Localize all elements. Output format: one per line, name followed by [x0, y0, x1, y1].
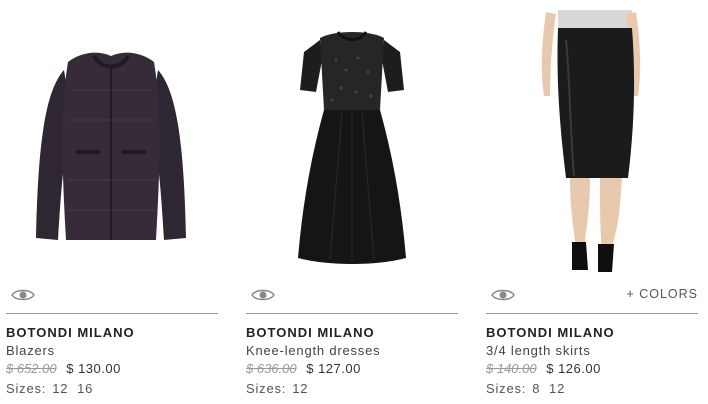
product-category[interactable]: Knee-length dresses	[246, 343, 380, 358]
divider	[246, 313, 458, 314]
quick-view-eye-icon[interactable]	[250, 286, 276, 304]
sizes-info: Sizes: 12	[246, 381, 308, 396]
product-image-skirt[interactable]	[486, 0, 698, 282]
sizes-label: Sizes:	[6, 381, 47, 396]
product-category[interactable]: Blazers	[6, 343, 55, 358]
sizes-info: Sizes: 12 16	[6, 381, 93, 396]
sale-price: $ 130.00	[66, 361, 121, 376]
original-price: $ 652.00	[6, 361, 57, 376]
sale-price: $ 126.00	[546, 361, 601, 376]
divider	[486, 313, 698, 314]
sizes-values: 8 12	[532, 381, 566, 396]
sizes-values: 12 16	[52, 381, 94, 396]
quick-view-eye-icon[interactable]	[10, 286, 36, 304]
price-block: $ 636.00 $ 127.00	[246, 361, 361, 376]
price-block: $ 652.00 $ 130.00	[6, 361, 121, 376]
sizes-values: 12	[292, 381, 309, 396]
product-grid: BOTONDI MILANO Blazers $ 652.00 $ 130.00…	[0, 0, 708, 404]
quick-view-eye-icon[interactable]	[490, 286, 516, 304]
divider	[6, 313, 218, 314]
sizes-label: Sizes:	[246, 381, 287, 396]
product-card[interactable]: BOTONDI MILANO Knee-length dresses $ 636…	[246, 0, 458, 404]
product-category[interactable]: 3/4 length skirts	[486, 343, 591, 358]
sizes-info: Sizes: 8 12	[486, 381, 565, 396]
product-card[interactable]: + COLORS BOTONDI MILANO 3/4 length skirt…	[486, 0, 698, 404]
brand-name[interactable]: BOTONDI MILANO	[486, 325, 615, 340]
sizes-label: Sizes:	[486, 381, 527, 396]
product-image-blazer[interactable]	[6, 0, 218, 282]
product-card[interactable]: BOTONDI MILANO Blazers $ 652.00 $ 130.00…	[6, 0, 218, 404]
brand-name[interactable]: BOTONDI MILANO	[246, 325, 375, 340]
more-colors-link[interactable]: + COLORS	[626, 287, 698, 301]
original-price: $ 636.00	[246, 361, 297, 376]
product-image-dress[interactable]	[246, 0, 458, 282]
brand-name[interactable]: BOTONDI MILANO	[6, 325, 135, 340]
original-price: $ 140.00	[486, 361, 537, 376]
sale-price: $ 127.00	[306, 361, 361, 376]
price-block: $ 140.00 $ 126.00	[486, 361, 601, 376]
